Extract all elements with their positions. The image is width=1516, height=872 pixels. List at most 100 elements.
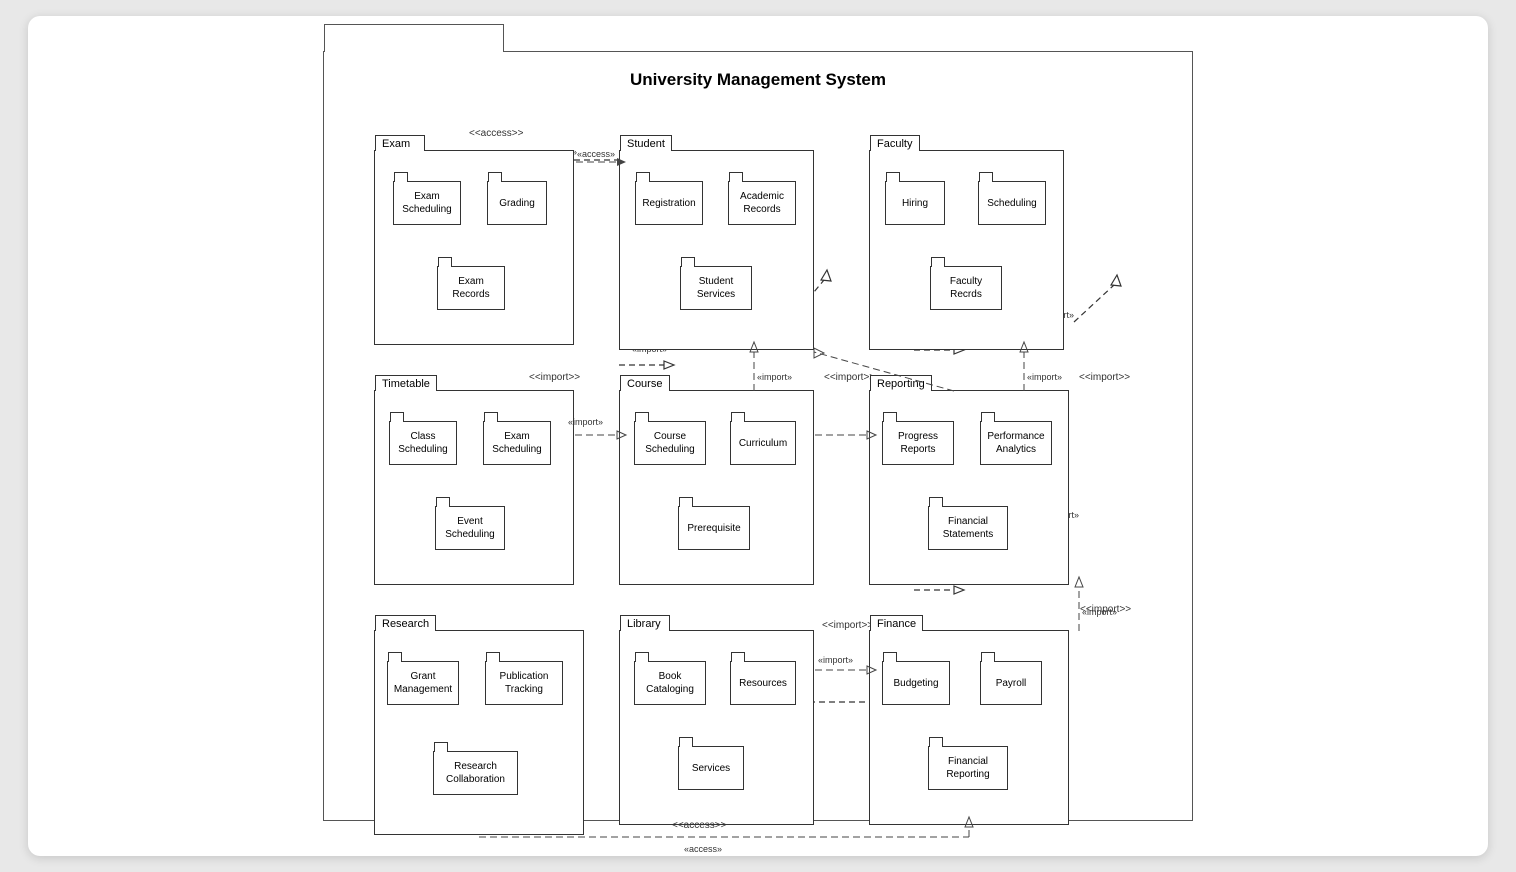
pkg-faculty-tab: Faculty — [870, 135, 920, 151]
sub-hiring-label: Hiring — [886, 182, 944, 224]
sub-scheduling: Scheduling — [978, 181, 1046, 225]
sub-payroll: Payroll — [980, 661, 1042, 705]
sub-performance-analytics-tab — [981, 412, 995, 422]
pkg-student: Student Registration AcademicRecords Stu… — [619, 150, 814, 350]
sub-resources-tab — [731, 652, 745, 662]
sub-event-scheduling: EventScheduling — [435, 506, 505, 550]
pkg-student-tab: Student — [620, 135, 672, 151]
sub-progress-reports-tab — [883, 412, 897, 422]
pkg-research-tab: Research — [375, 615, 436, 631]
sub-event-scheduling-label: EventScheduling — [436, 507, 504, 549]
sub-registration-tab — [636, 172, 650, 182]
sub-registration: Registration — [635, 181, 703, 225]
sub-academic-records: AcademicRecords — [728, 181, 796, 225]
sub-prerequisite-tab — [679, 497, 693, 507]
sub-grading-label: Grading — [488, 182, 546, 224]
sub-event-scheduling-tab — [436, 497, 450, 507]
sub-performance-analytics: PerformanceAnalytics — [980, 421, 1052, 465]
pkg-timetable-tab: Timetable — [375, 375, 437, 391]
sub-curriculum-tab — [731, 412, 745, 422]
sub-payroll-label: Payroll — [981, 662, 1041, 704]
sub-exam-scheduling: ExamScheduling — [393, 181, 461, 225]
pkg-faculty: Faculty Hiring Scheduling FacultyRecrds — [869, 150, 1064, 350]
sub-payroll-tab — [981, 652, 995, 662]
pkg-research: Research GrantManagement PublicationTrac… — [374, 630, 584, 835]
sub-financial-reporting-label: FinancialReporting — [929, 747, 1007, 789]
sub-research-collaboration-tab — [434, 742, 448, 752]
pkg-timetable: Timetable ClassScheduling ExamScheduling… — [374, 390, 574, 585]
sub-grant-management-tab — [388, 652, 402, 662]
stereotype-access1: <<access>> — [469, 128, 523, 139]
sub-budgeting: Budgeting — [882, 661, 950, 705]
stereotype-import5: <<import>> — [1080, 604, 1131, 615]
pkg-course: Course CourseScheduling Curriculum Prere… — [619, 390, 814, 585]
pkg-course-tab: Course — [620, 375, 670, 391]
sub-faculty-records-label: FacultyRecrds — [931, 267, 1001, 309]
sub-financial-reporting-tab — [929, 737, 943, 747]
sub-grading: Grading — [487, 181, 547, 225]
sub-faculty-records-tab — [931, 257, 945, 267]
stereotype-import2: <<import>> — [824, 372, 875, 383]
sub-registration-label: Registration — [636, 182, 702, 224]
svg-text:«access»: «access» — [577, 149, 615, 159]
sub-exam-records: ExamRecords — [437, 266, 505, 310]
sub-student-services-label: StudentServices — [681, 267, 751, 309]
sub-performance-analytics-label: PerformanceAnalytics — [981, 422, 1051, 464]
pkg-exam-tab: Exam — [375, 135, 425, 151]
svg-text:«import»: «import» — [757, 372, 792, 382]
sub-exam-records-label: ExamRecords — [438, 267, 504, 309]
sub-timetable-exam-scheduling-tab — [484, 412, 498, 422]
sub-financial-statements: FinancialStatements — [928, 506, 1008, 550]
diagram-title: University Management System — [324, 52, 1192, 100]
svg-text:«import»: «import» — [818, 655, 853, 665]
page-container: University Management System «access» «i… — [28, 16, 1488, 856]
svg-text:«access»: «access» — [684, 844, 722, 854]
stereotype-access2: <<access>> — [672, 820, 726, 831]
sub-services: Services — [678, 746, 744, 790]
sub-prerequisite-label: Prerequisite — [679, 507, 749, 549]
sub-course-scheduling-tab — [635, 412, 649, 422]
svg-text:«import»: «import» — [1027, 372, 1062, 382]
sub-grant-management: GrantManagement — [387, 661, 459, 705]
sub-publication-tracking: PublicationTracking — [485, 661, 563, 705]
sub-grading-tab — [488, 172, 502, 182]
sub-class-scheduling: ClassScheduling — [389, 421, 457, 465]
stereotype-import4: <<import>> — [822, 620, 873, 631]
sub-research-collaboration-label: ResearchCollaboration — [434, 752, 517, 794]
sub-course-scheduling: CourseScheduling — [634, 421, 706, 465]
sub-services-tab — [679, 737, 693, 747]
sub-student-services-tab — [681, 257, 695, 267]
sub-hiring: Hiring — [885, 181, 945, 225]
sub-academic-records-label: AcademicRecords — [729, 182, 795, 224]
sub-publication-tracking-tab — [486, 652, 500, 662]
diagram-tab — [324, 24, 504, 52]
pkg-library: Library BookCataloging Resources Service… — [619, 630, 814, 825]
sub-progress-reports: ProgressReports — [882, 421, 954, 465]
sub-financial-reporting: FinancialReporting — [928, 746, 1008, 790]
pkg-reporting-tab: Reporting — [870, 375, 932, 391]
sub-prerequisite: Prerequisite — [678, 506, 750, 550]
sub-progress-reports-label: ProgressReports — [883, 422, 953, 464]
sub-timetable-exam-scheduling-label: ExamScheduling — [484, 422, 550, 464]
sub-exam-records-tab — [438, 257, 452, 267]
pkg-exam: Exam ExamScheduling Grading ExamRecords — [374, 150, 574, 345]
sub-class-scheduling-label: ClassScheduling — [390, 422, 456, 464]
diagram-outer: University Management System «access» «i… — [323, 51, 1193, 821]
sub-budgeting-label: Budgeting — [883, 662, 949, 704]
pkg-reporting: Reporting ProgressReports PerformanceAna… — [869, 390, 1069, 585]
sub-scheduling-tab — [979, 172, 993, 182]
pkg-finance-tab: Finance — [870, 615, 923, 631]
sub-academic-records-tab — [729, 172, 743, 182]
sub-class-scheduling-tab — [390, 412, 404, 422]
sub-scheduling-label: Scheduling — [979, 182, 1045, 224]
sub-exam-scheduling-label: ExamScheduling — [394, 182, 460, 224]
sub-course-scheduling-label: CourseScheduling — [635, 422, 705, 464]
sub-book-cataloging: BookCataloging — [634, 661, 706, 705]
sub-book-cataloging-tab — [635, 652, 649, 662]
sub-timetable-exam-scheduling: ExamScheduling — [483, 421, 551, 465]
pkg-finance: Finance Budgeting Payroll FinancialRepor… — [869, 630, 1069, 825]
sub-services-label: Services — [679, 747, 743, 789]
sub-resources-label: Resources — [731, 662, 795, 704]
sub-financial-statements-label: FinancialStatements — [929, 507, 1007, 549]
sub-grant-management-label: GrantManagement — [388, 662, 458, 704]
